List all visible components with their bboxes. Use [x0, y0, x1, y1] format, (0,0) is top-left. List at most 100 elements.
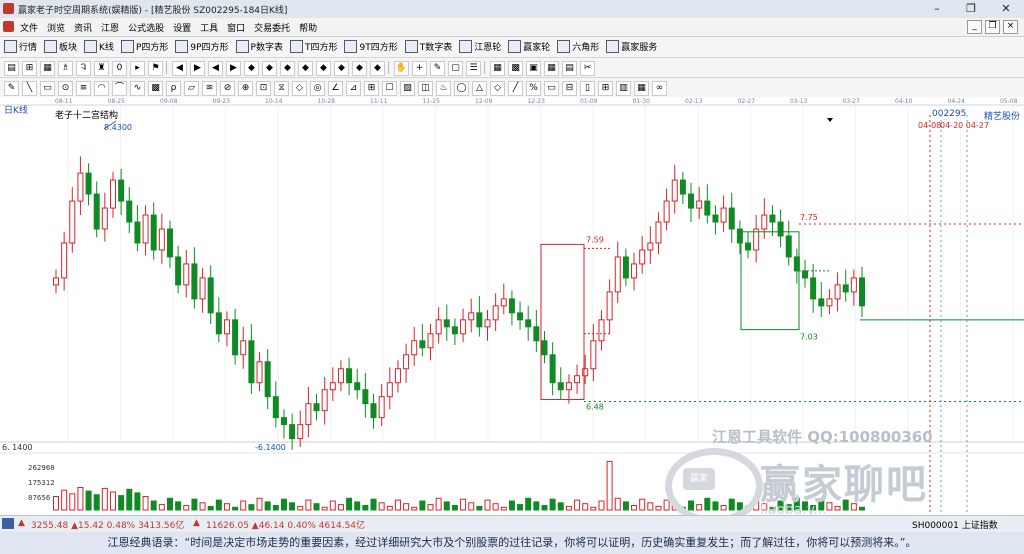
draw-tool-button-30[interactable]: ▭	[544, 81, 559, 96]
toolbar-button-12[interactable]: 赢家服务	[606, 40, 657, 53]
chart-tool-button-12[interactable]: ◀	[208, 61, 223, 76]
chart-tool-button-24[interactable]: +	[412, 61, 427, 76]
draw-tool-button-15[interactable]: ⧖	[274, 81, 289, 96]
chart-tool-button-0[interactable]: ▤	[4, 61, 19, 76]
chart-tool-button-3[interactable]: ♗	[58, 61, 73, 76]
draw-tool-button-12[interactable]: ⊘	[220, 81, 235, 96]
mdi-close-button[interactable]: ×	[1003, 20, 1018, 34]
menu-item-6[interactable]: 工具	[200, 21, 218, 34]
menu-item-0[interactable]: 文件	[20, 21, 38, 34]
toolbar-button-6[interactable]: T四方形	[289, 40, 337, 53]
draw-tool-button-27[interactable]: ◇	[490, 81, 505, 96]
menu-item-3[interactable]: 江恩	[101, 21, 119, 34]
chart-tool-button-18[interactable]: ◆	[316, 61, 331, 76]
menu-item-4[interactable]: 公式选股	[128, 21, 164, 34]
indicator-name[interactable]: 老子十二宫结构	[55, 108, 118, 121]
draw-tool-button-1[interactable]: ╲	[22, 81, 37, 96]
draw-tool-button-28[interactable]: ╱	[508, 81, 523, 96]
chart-tool-button-19[interactable]: ◆	[334, 61, 349, 76]
menu-item-2[interactable]: 资讯	[74, 21, 92, 34]
chart-tool-button-8[interactable]: ⚑	[148, 61, 163, 76]
chart-tool-button-5[interactable]: ♜	[94, 61, 109, 76]
chart-tool-button-10[interactable]: ◀	[172, 61, 187, 76]
chart-tool-button-33[interactable]: ▤	[562, 61, 577, 76]
timeframe-label[interactable]: 日K线	[4, 103, 28, 116]
draw-tool-button-26[interactable]: △	[472, 81, 487, 96]
chart-tool-button-26[interactable]: ▢	[448, 61, 463, 76]
draw-tool-button-4[interactable]: ≡	[76, 81, 91, 96]
draw-tool-button-14[interactable]: ⊡	[256, 81, 271, 96]
draw-tool-button-2[interactable]: ▭	[40, 81, 55, 96]
draw-tool-button-24[interactable]: ♨	[436, 81, 451, 96]
chart-tool-button-11[interactable]: ▶	[190, 61, 205, 76]
menu-item-8[interactable]: 交易委托	[254, 21, 290, 34]
chart-tool-button-1[interactable]: ⊞	[22, 61, 37, 76]
draw-tool-button-33[interactable]: ⊞	[598, 81, 613, 96]
chart-tool-button-31[interactable]: ▣	[526, 61, 541, 76]
chart-tool-button-30[interactable]: ▩	[508, 61, 523, 76]
mdi-restore-button[interactable]: ❐	[985, 20, 1000, 34]
draw-tool-button-19[interactable]: ⊿	[346, 81, 361, 96]
chart-tool-button-23[interactable]: ✋	[394, 61, 409, 76]
chart-tool-button-17[interactable]: ◆	[298, 61, 313, 76]
draw-tool-button-25[interactable]: ◯	[454, 81, 469, 96]
draw-tool-button-11[interactable]: ≋	[202, 81, 217, 96]
draw-tool-button-16[interactable]: ◇	[292, 81, 307, 96]
draw-tool-button-8[interactable]: ▩	[148, 81, 163, 96]
draw-tool-button-18[interactable]: ∠	[328, 81, 343, 96]
chart-tool-button-32[interactable]: ▦	[544, 61, 559, 76]
draw-tool-button-22[interactable]: ▨	[400, 81, 415, 96]
chart-tool-button-14[interactable]: ◆	[244, 61, 259, 76]
toolbar-button-1[interactable]: 板块	[44, 40, 77, 53]
draw-tool-button-21[interactable]: ☐	[382, 81, 397, 96]
draw-tool-button-17[interactable]: ◎	[310, 81, 325, 96]
chart-tool-button-27[interactable]: ☰	[466, 61, 481, 76]
draw-tool-button-23[interactable]: ◫	[418, 81, 433, 96]
draw-tool-button-31[interactable]: ⊟	[562, 81, 577, 96]
draw-tool-button-10[interactable]: ▱	[184, 81, 199, 96]
chart-tool-button-6[interactable]: 0	[112, 61, 127, 76]
toolbar-button-11[interactable]: 六角形	[557, 40, 599, 53]
chart-tool-button-13[interactable]: ▶	[226, 61, 241, 76]
draw-tool-button-20[interactable]: ⊞	[364, 81, 379, 96]
menu-item-7[interactable]: 窗口	[227, 21, 245, 34]
chart-tool-button-7[interactable]: ▸	[130, 61, 145, 76]
draw-tool-button-7[interactable]: ∿	[130, 81, 145, 96]
toolbar-button-2[interactable]: K线	[84, 40, 114, 53]
menu-item-9[interactable]: 帮助	[299, 21, 317, 34]
toolbar-button-8[interactable]: T数字表	[404, 40, 452, 53]
menu-item-5[interactable]: 设置	[173, 21, 191, 34]
grid-icon[interactable]	[2, 518, 14, 529]
toolbar-button-9[interactable]: 江恩轮	[459, 40, 501, 53]
draw-tool-button-6[interactable]: ⌒	[112, 81, 127, 96]
chart-tool-button-2[interactable]: ▦	[40, 61, 55, 76]
toolbar-button-5[interactable]: P数字表	[235, 40, 283, 53]
chart-tool-button-15[interactable]: ◆	[262, 61, 277, 76]
draw-tool-button-5[interactable]: ◠	[94, 81, 109, 96]
index-selector[interactable]: SH000001 上证指数	[912, 518, 998, 531]
close-button[interactable]: ✕	[993, 1, 1019, 16]
sh-index-quote[interactable]: 3255.48 ▲15.42 0.48% 3413.56亿	[31, 518, 184, 531]
chart-tool-button-25[interactable]: ✎	[430, 61, 445, 76]
chart-tool-button-4[interactable]: Ꮈ	[76, 61, 91, 76]
draw-tool-button-0[interactable]: ✎	[4, 81, 19, 96]
toolbar-button-3[interactable]: P四方形	[120, 40, 168, 53]
toolbar-button-7[interactable]: 9T四方形	[344, 40, 398, 53]
minimize-button[interactable]: –	[924, 1, 950, 16]
draw-tool-button-3[interactable]: ⊙	[58, 81, 73, 96]
sz-index-quote[interactable]: 11626.05 ▲46.14 0.40% 4614.54亿	[206, 518, 365, 531]
chart-tool-button-16[interactable]: ◆	[280, 61, 295, 76]
toolbar-button-4[interactable]: 9P四方形	[175, 40, 229, 53]
chart-tool-button-20[interactable]: ◆	[352, 61, 367, 76]
mdi-minimize-button[interactable]: _	[967, 20, 982, 34]
toolbar-button-10[interactable]: 赢家轮	[508, 40, 550, 53]
draw-tool-button-29[interactable]: %	[526, 81, 541, 96]
restore-button[interactable]: ❐	[958, 1, 984, 16]
draw-tool-button-13[interactable]: ⊕	[238, 81, 253, 96]
chart-tool-button-21[interactable]: ◆	[370, 61, 385, 76]
menu-item-1[interactable]: 浏览	[47, 21, 65, 34]
draw-tool-button-34[interactable]: ▥	[616, 81, 631, 96]
draw-tool-button-36[interactable]: ∞	[652, 81, 667, 96]
draw-tool-button-9[interactable]: ρ	[166, 81, 181, 96]
draw-tool-button-32[interactable]: ▯	[580, 81, 595, 96]
